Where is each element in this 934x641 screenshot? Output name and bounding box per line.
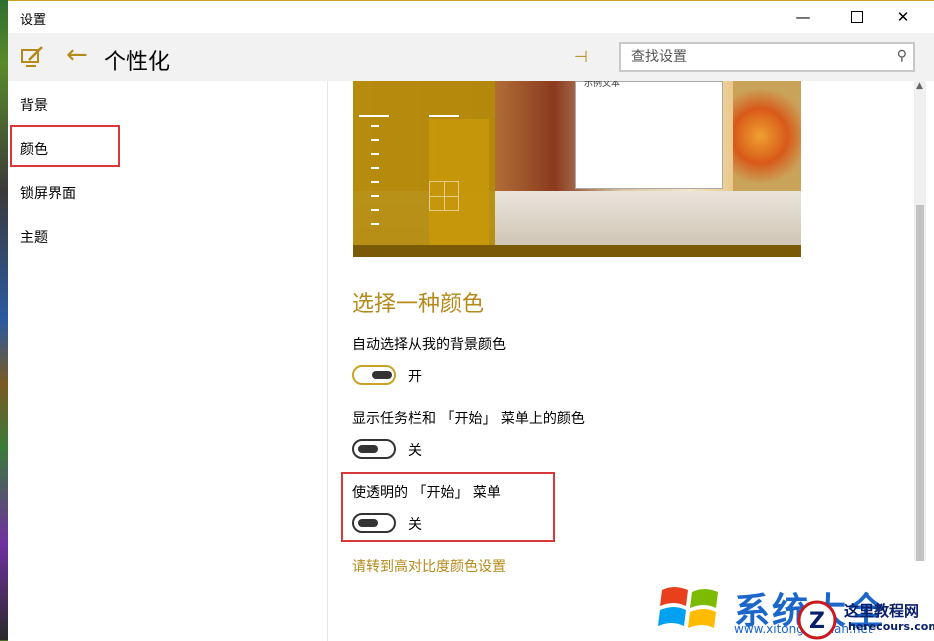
personalization-icon [21,46,43,67]
preview-decoration [733,81,801,191]
scrollbar[interactable]: ▲ [914,81,926,561]
page-title: 个性化 [104,50,171,75]
search-box[interactable]: ⚲ [619,42,915,72]
sidebar-item-lock-screen[interactable]: 锁屏界面 [20,183,76,203]
sidebar-item-theme[interactable]: 主题 [20,227,48,247]
window-title: 设置 [20,13,47,28]
preview-dash [371,139,379,141]
toggle-knob [358,519,378,527]
header: ← 个性化 ⊣ ⚲ [8,33,934,81]
watermark-site-logo: Z [797,600,837,640]
taskbar-color-state: 关 [408,443,422,459]
maximize-icon [851,11,863,23]
desktop-background [0,0,8,640]
preview-line [359,115,389,117]
color-preview-image: 示例文本 [353,81,801,257]
watermark-site-name: 这里教程网 [844,602,920,620]
option-taskbar-color-label: 显示任务栏和 「开始」 菜单上的颜色 [352,411,585,427]
settings-window: 设置 — ✕ ← 个性化 ⊣ ⚲ 背景 颜色 锁屏界面 主题 [8,0,934,641]
windows-flag-logo [658,587,718,628]
high-contrast-link[interactable]: 请转到高对比度颜色设置 [352,556,506,576]
search-icon[interactable]: ⚲ [897,48,907,64]
taskbar-color-toggle[interactable] [352,439,396,459]
preview-dash [371,125,379,127]
scroll-up-icon[interactable]: ▲ [916,81,923,91]
toggle-knob [358,445,378,453]
preview-dash [371,153,379,155]
preview-taskbar [353,245,801,257]
minimize-button[interactable]: — [780,1,826,33]
watermark-site-url: herecours.com [848,620,934,633]
preview-sample-text: 示例文本 [584,81,621,89]
sidebar-item-background[interactable]: 背景 [20,95,48,115]
option-transparent-start-label: 使透明的 「开始」 菜单 [352,485,501,501]
sidebar: 背景 颜色 锁屏界面 主题 [8,81,328,641]
preview-dash [371,181,379,183]
preview-dash [371,223,379,225]
minimize-icon: — [795,8,811,26]
selection-highlight-box [10,125,120,167]
back-button[interactable]: ← [66,41,88,69]
preview-dash [371,167,379,169]
svg-text:Z: Z [809,609,825,634]
preview-grid-line [430,196,458,197]
preview-tile-grid [429,181,459,211]
transparent-start-state: 关 [408,517,422,533]
close-button[interactable]: ✕ [880,1,926,33]
option-auto-color-label: 自动选择从我的背景颜色 [352,337,506,353]
pin-icon[interactable]: ⊣ [574,47,588,66]
preview-sample-window: 示例文本 [575,81,723,189]
scroll-thumb[interactable] [916,205,924,561]
toggle-knob [372,371,392,379]
close-icon: ✕ [896,8,910,26]
search-input[interactable] [629,44,883,70]
auto-color-toggle[interactable] [352,365,396,385]
transparent-start-toggle[interactable] [352,513,396,533]
section-title: 选择一种颜色 [352,292,485,317]
preview-line [429,115,459,117]
auto-color-state: 开 [408,369,422,385]
maximize-button[interactable] [834,1,880,33]
preview-dash [371,195,379,197]
preview-dash [371,209,379,211]
title-bar: 设置 — ✕ [8,1,934,33]
main-content: 示例文本 选择一种颜色 自动选择从我的背景颜色 开 显示任务栏和 「开始」 菜单… [328,81,934,641]
